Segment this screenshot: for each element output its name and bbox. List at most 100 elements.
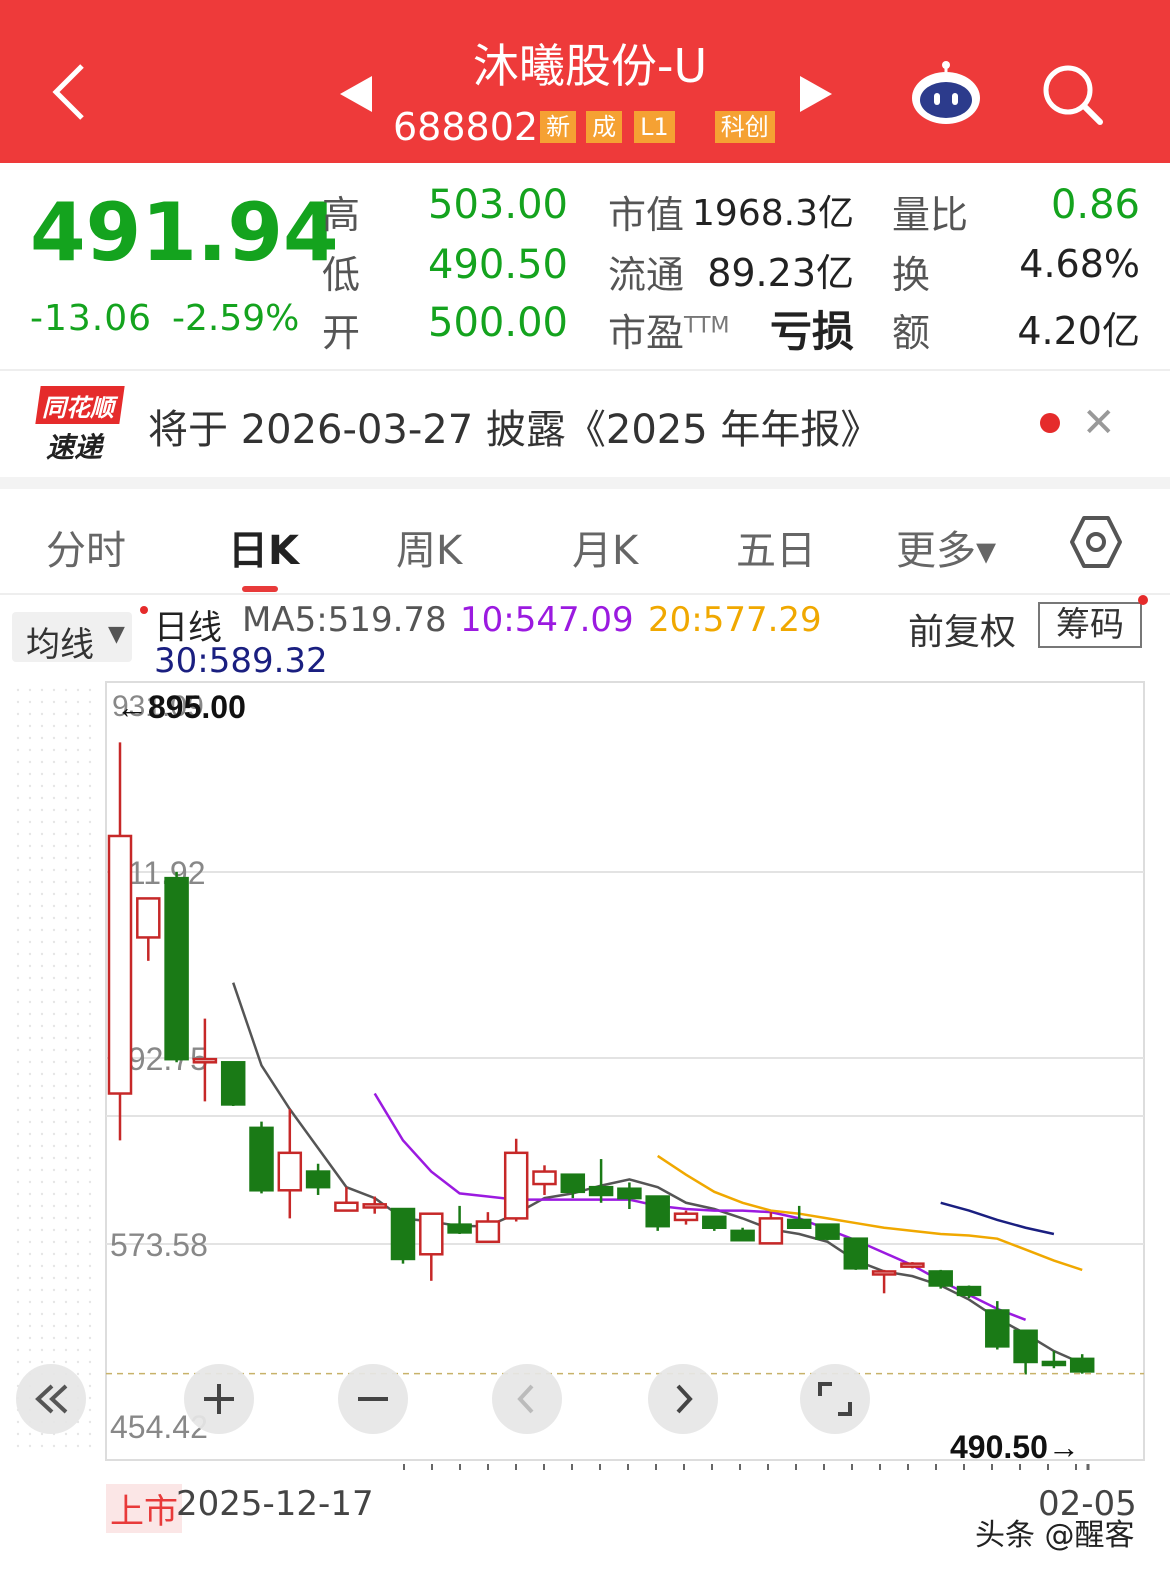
bg-dot <box>64 1288 68 1292</box>
bg-dot <box>16 1348 20 1352</box>
bg-dot <box>28 1072 32 1076</box>
bg-dot <box>64 1228 68 1232</box>
bg-dot <box>88 1000 92 1004</box>
bg-dot <box>88 820 92 824</box>
back-icon[interactable] <box>50 62 90 122</box>
tab-weekly-k[interactable]: 周K <box>396 518 462 576</box>
bg-dot <box>16 748 20 752</box>
candle-body <box>390 1207 416 1261</box>
tab-monthly-k[interactable]: 月K <box>572 518 638 576</box>
bg-dot <box>52 1120 56 1124</box>
active-tab-indicator <box>242 586 278 592</box>
adjust-mode[interactable]: 前复权 <box>908 603 1016 655</box>
bg-dot <box>64 1084 68 1088</box>
bg-dot <box>88 988 92 992</box>
bg-dot <box>16 1120 20 1124</box>
prev-stock-icon[interactable] <box>340 76 372 112</box>
bg-dot <box>16 1156 20 1160</box>
bg-dot <box>40 1108 44 1112</box>
watermark: 头条 @醒客 <box>975 1518 1135 1553</box>
pan-left-icon[interactable] <box>492 1364 562 1434</box>
bg-dot <box>28 880 32 884</box>
bg-dot <box>64 1168 68 1172</box>
tab-more[interactable]: 更多▾ <box>896 518 996 576</box>
candle-body <box>1069 1357 1095 1373</box>
bg-dot <box>16 1012 20 1016</box>
search-icon[interactable] <box>1040 62 1104 126</box>
bg-dot <box>76 736 80 740</box>
candlestick-chart[interactable]: 811.92692.75573.58454.42931.09←895.00490… <box>0 670 1170 1470</box>
bg-dot <box>88 1084 92 1088</box>
zoom-in-icon[interactable] <box>184 1364 254 1434</box>
bg-dot <box>64 892 68 896</box>
bg-dot <box>64 1300 68 1304</box>
chips-button[interactable]: 筹码 <box>1038 602 1142 648</box>
bg-dot <box>88 844 92 848</box>
bg-dot <box>76 700 80 704</box>
collapse-icon[interactable] <box>16 1364 86 1434</box>
bg-dot <box>40 1036 44 1040</box>
bg-dot <box>52 1228 56 1232</box>
stock-code: 688802 <box>393 105 539 149</box>
bg-dot <box>16 832 20 836</box>
announcement-text[interactable]: 将于 2026-03-27 披露《2025 年年报》 <box>148 397 880 455</box>
bg-dot <box>64 712 68 716</box>
bg-dot <box>76 928 80 932</box>
bg-dot <box>88 736 92 740</box>
y-tick-label: 573.58 <box>110 1227 208 1263</box>
tag-star-market: 科创 <box>714 111 775 143</box>
candle-body <box>334 1201 359 1212</box>
bg-dot <box>16 1168 20 1172</box>
zoom-out-icon[interactable] <box>338 1364 408 1434</box>
candle-body <box>588 1185 614 1197</box>
bg-dot <box>76 760 80 764</box>
bg-dot <box>88 1216 92 1220</box>
bg-dot <box>64 1312 68 1316</box>
tab-five-day[interactable]: 五日 <box>736 518 816 576</box>
bg-dot <box>52 844 56 848</box>
close-icon[interactable]: ✕ <box>1082 403 1116 443</box>
bg-dot <box>76 892 80 896</box>
bg-dot <box>88 1276 92 1280</box>
bg-dot <box>40 1192 44 1196</box>
bg-dot <box>40 928 44 932</box>
bg-dot <box>64 700 68 704</box>
tab-intraday[interactable]: 分时 <box>46 518 126 576</box>
fullscreen-icon[interactable] <box>800 1364 870 1434</box>
bg-dot <box>52 1168 56 1172</box>
bg-dot <box>88 1372 92 1376</box>
tab-daily-k[interactable]: 日K <box>228 518 299 576</box>
bg-dot <box>40 844 44 848</box>
robot-assistant-icon[interactable] <box>908 60 984 128</box>
bg-dot <box>64 1048 68 1052</box>
pan-right-icon[interactable] <box>648 1364 718 1434</box>
bg-dot <box>64 1252 68 1256</box>
ma-selector-label: 均线 <box>26 625 94 665</box>
bg-dot <box>16 1324 20 1328</box>
bg-dot <box>40 1144 44 1148</box>
bg-dot <box>40 1276 44 1280</box>
amount-value: 4.20亿 <box>1017 309 1140 353</box>
bg-dot <box>28 724 32 728</box>
bg-dot <box>64 928 68 932</box>
bg-dot <box>52 1264 56 1268</box>
settings-icon[interactable] <box>1068 514 1124 570</box>
bg-dot <box>88 904 92 908</box>
bg-dot <box>88 1384 92 1388</box>
candle-body <box>164 876 189 1061</box>
bg-dot <box>40 1084 44 1088</box>
candle-body <box>673 1212 699 1222</box>
candle-body <box>730 1229 755 1242</box>
ma-selector[interactable]: 均线 ▼ <box>12 612 132 665</box>
bg-dot <box>40 1000 44 1004</box>
bg-dot <box>28 1288 32 1292</box>
bg-dot <box>16 760 20 764</box>
next-stock-icon[interactable] <box>800 76 832 112</box>
bg-dot <box>52 1240 56 1244</box>
bg-dot <box>16 1024 20 1028</box>
bg-dot <box>88 1228 92 1232</box>
bg-dot <box>64 772 68 776</box>
bg-dot <box>88 868 92 872</box>
bg-dot <box>52 1312 56 1316</box>
bg-dot <box>76 1048 80 1052</box>
